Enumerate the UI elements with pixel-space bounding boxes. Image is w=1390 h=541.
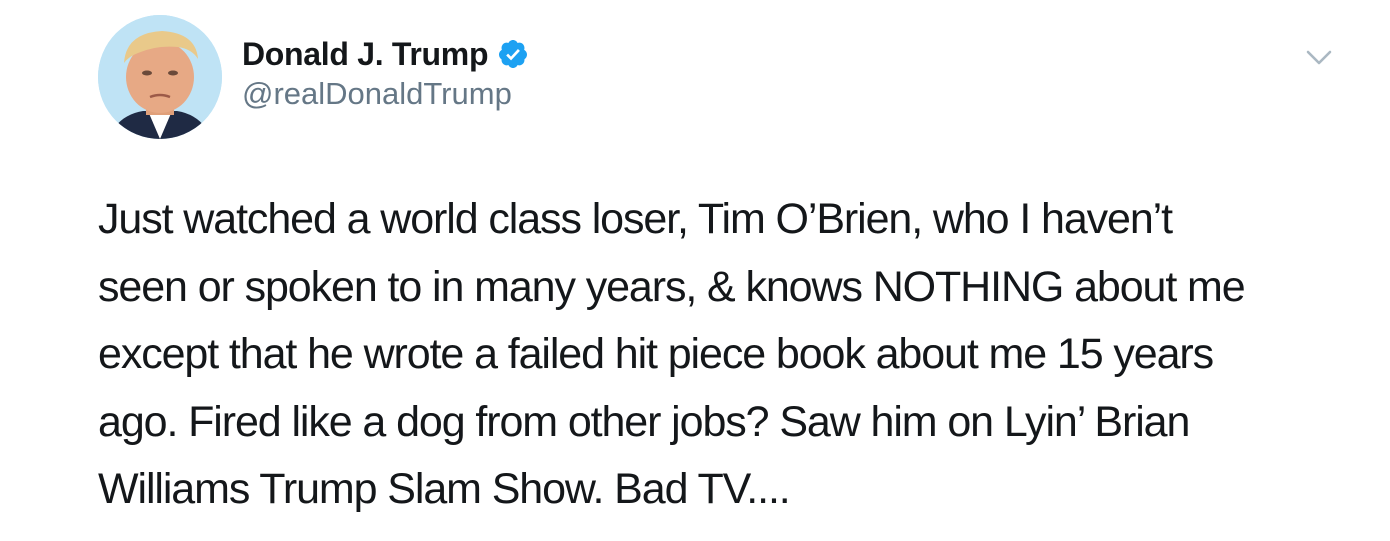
tweet-text-line: ago. Fired like a dog from other jobs? S… xyxy=(98,397,1190,446)
tweet-text: Just watched a world class loser, Tim O’… xyxy=(98,186,1348,524)
tweet-text-line: except that he wrote a failed hit piece … xyxy=(98,330,1214,378)
author-display-name[interactable]: Donald J. Trump xyxy=(242,36,489,73)
tweet-card: Donald J. Trump @realDonaldTrump Just wa… xyxy=(0,0,1390,541)
tweet-text-line: Williams Trump Slam Show. Bad TV.... xyxy=(98,465,791,513)
chevron-down-icon[interactable] xyxy=(1304,46,1334,70)
author-name-row: Donald J. Trump xyxy=(242,34,529,74)
tweet-text-line: seen or spoken to in many years, & knows… xyxy=(98,262,1246,311)
avatar[interactable] xyxy=(98,15,222,139)
author-handle[interactable]: @realDonaldTrump xyxy=(242,76,512,112)
tweet-text-line: Just watched a world class loser, Tim O’… xyxy=(98,195,1173,243)
verified-badge-icon xyxy=(497,38,529,70)
